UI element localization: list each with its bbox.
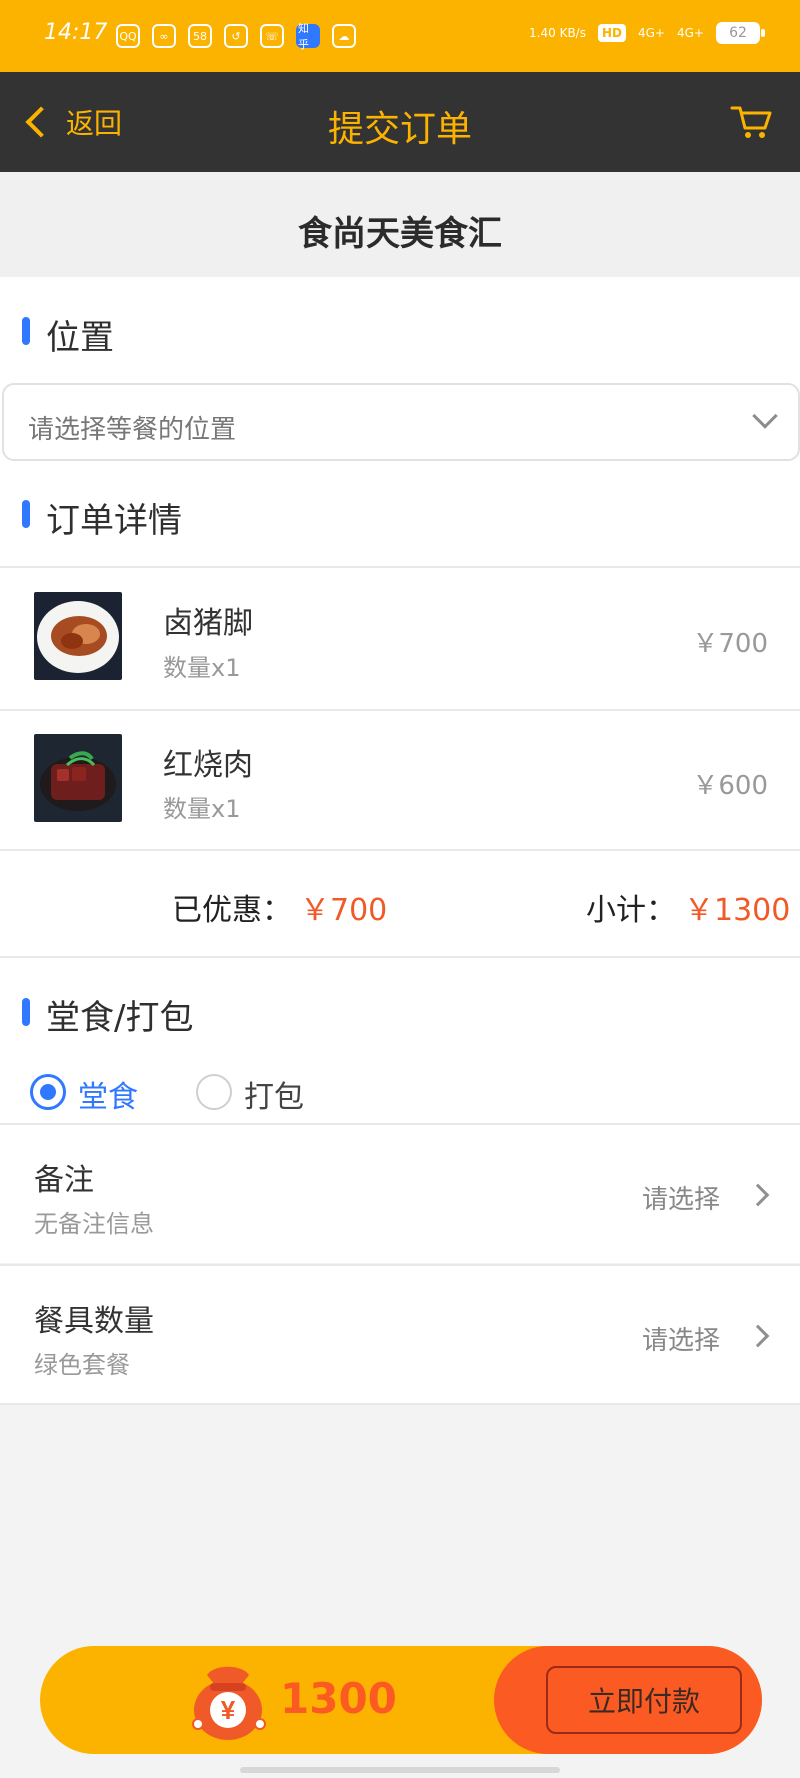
service-title: 堂食/打包: [46, 998, 194, 1038]
cloud-icon: ☁: [332, 24, 356, 48]
tableware-subtitle: 绿色套餐: [34, 1351, 130, 1379]
takeaway-label[interactable]: 打包: [244, 1072, 304, 1116]
battery-level: 62: [729, 25, 747, 41]
pay-now-button[interactable]: 立即付款: [546, 1666, 742, 1734]
section-marker: [22, 317, 30, 345]
qq-icon: QQ: [116, 24, 140, 48]
food-price: ￥600: [692, 771, 768, 801]
pay-total: 1300: [280, 1674, 397, 1723]
status-time: 14:17: [44, 20, 108, 45]
store-band: 食尚天美食汇: [0, 172, 800, 277]
page-title: 提交订单: [327, 109, 472, 150]
service-section: 堂食/打包 堂食 打包: [0, 958, 800, 1124]
divider: [0, 709, 800, 711]
svg-text:¥: ¥: [221, 1695, 236, 1725]
hd-icon: HD: [597, 24, 626, 42]
divider: [0, 1403, 800, 1405]
loop-icon: ∞: [152, 24, 176, 48]
zhihu-icon: 知乎: [296, 22, 320, 51]
subtotal-label: 小计：: [586, 893, 676, 928]
app-58-icon: 58: [188, 24, 212, 48]
chevron-right-icon: [746, 1324, 770, 1348]
food-image-trotter: [34, 592, 122, 680]
food-qty: 数量x1: [163, 795, 241, 823]
remark-subtitle: 无备注信息: [34, 1210, 154, 1238]
network-speed: 1.40 KB/s: [529, 26, 586, 40]
discount-label: 已优惠：: [172, 893, 292, 928]
status-bar: 14:17 QQ ∞ 58 ↺ ☏ 知乎 ☁ 1.40 KB/s HD 4G+ …: [0, 0, 800, 72]
location-select[interactable]: 请选择等餐的位置: [2, 383, 800, 461]
divider: [0, 566, 800, 568]
section-marker: [22, 500, 30, 528]
phone-icon: ☏: [260, 24, 284, 48]
cart-icon[interactable]: [730, 102, 774, 142]
home-indicator[interactable]: [240, 1767, 560, 1773]
signal-2: 4G+: [677, 26, 704, 40]
pay-bar: ¥ 1300 立即付款: [40, 1646, 762, 1754]
section-marker: [22, 998, 30, 1026]
food-name: 红烧肉: [163, 748, 253, 783]
tableware-title: 餐具数量: [34, 1304, 154, 1339]
dine-in-radio[interactable]: [30, 1074, 66, 1110]
divider: [0, 849, 800, 851]
food-price: ￥700: [692, 629, 768, 659]
tableware-action[interactable]: 请选择: [642, 1320, 720, 1357]
tableware-row[interactable]: 餐具数量 绿色套餐 请选择: [0, 1266, 800, 1404]
subtotal-value: ￥1300: [684, 893, 791, 928]
refresh-icon: ↺: [224, 24, 248, 48]
status-right: 1.40 KB/s HD 4G+ 4G+ 62: [529, 22, 765, 44]
food-qty: 数量x1: [163, 654, 241, 682]
dine-in-label[interactable]: 堂食: [78, 1072, 138, 1116]
money-bag-icon: ¥: [192, 1666, 266, 1740]
takeaway-radio[interactable]: [196, 1074, 232, 1110]
food-image-braised-pork: [34, 734, 122, 822]
store-name: 食尚天美食汇: [298, 214, 502, 254]
remark-row[interactable]: 备注 无备注信息 请选择: [0, 1125, 800, 1263]
food-name: 卤猪脚: [163, 606, 253, 641]
battery-icon: 62: [716, 22, 765, 44]
signal-1: 4G+: [638, 26, 665, 40]
remark-title: 备注: [34, 1163, 94, 1198]
discount-value: ￥700: [300, 893, 388, 928]
chevron-down-icon: [752, 403, 778, 429]
order-title: 订单详情: [46, 501, 182, 541]
location-placeholder: 请选择等餐的位置: [28, 415, 237, 445]
header: 返回 提交订单: [0, 72, 800, 172]
remark-action[interactable]: 请选择: [642, 1179, 720, 1216]
chevron-right-icon: [746, 1183, 770, 1207]
location-title: 位置: [46, 318, 114, 358]
